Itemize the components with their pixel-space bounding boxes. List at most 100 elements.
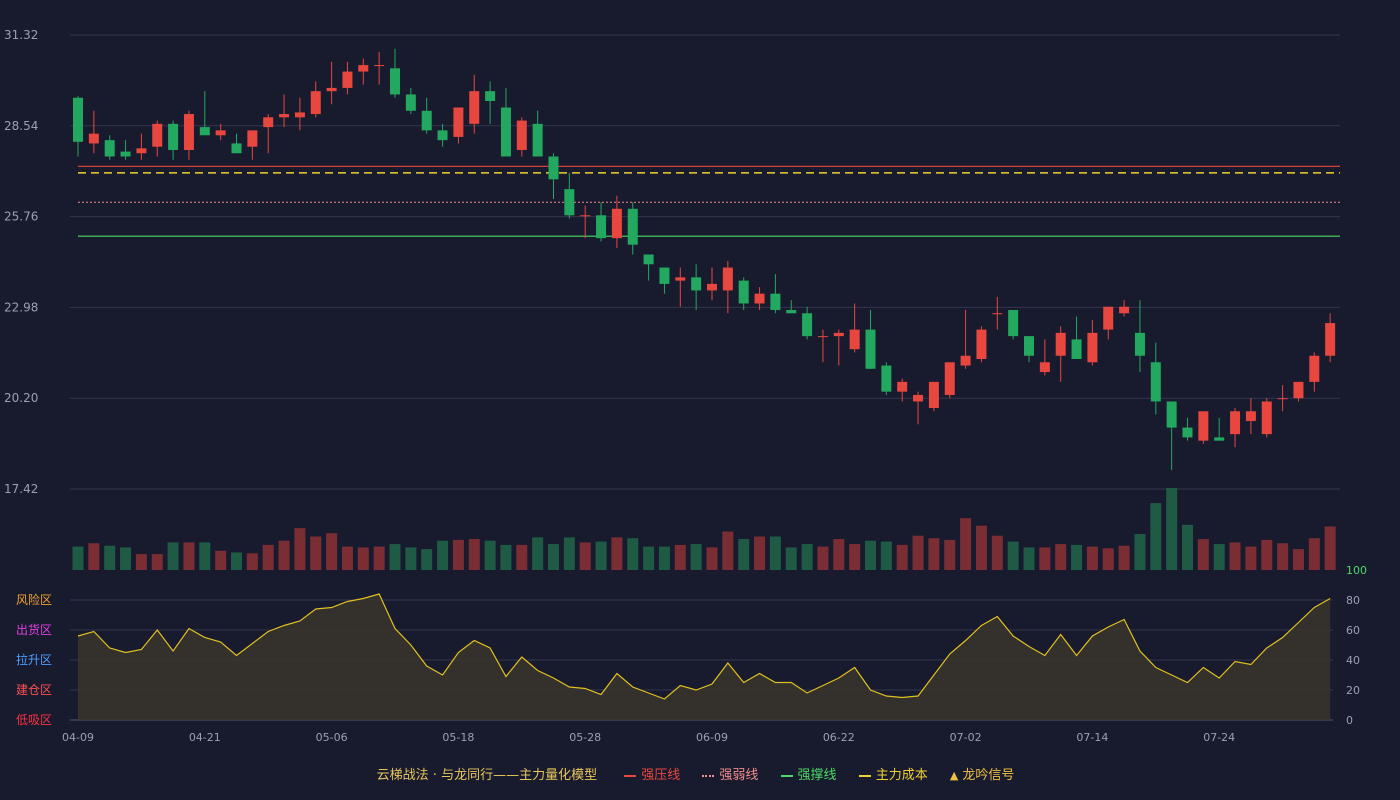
candle-body [675,277,686,281]
price-tick-label: 20.20 [4,391,38,405]
volume-bar [88,543,100,570]
candle-body [1277,398,1288,400]
x-tick-label: 07-24 [1203,731,1235,744]
volume-bar [912,535,924,570]
volume-bar [849,544,861,570]
candle-body [770,293,781,311]
candle-body [1087,332,1098,363]
volume-bar [1229,542,1241,570]
candle-body [738,280,749,304]
candle-body [1119,306,1130,314]
candle-body [294,112,305,118]
volume-bar [1308,538,1320,570]
volume-bar [658,546,670,570]
volume-bar [1277,543,1289,570]
candle-body [374,65,385,67]
candle-body [1039,362,1050,373]
legend-item-weak[interactable]: 强弱线 [702,764,758,783]
candle-body [247,130,258,147]
candle-body [532,123,543,157]
candle-body [485,91,496,101]
volume-bar [421,549,433,570]
candle-body [754,293,765,304]
zone-label: 风险区 [16,592,52,607]
volume-bar [1086,546,1098,570]
candle-body [817,336,828,338]
volume-bar [532,537,544,570]
volume-bar [1102,548,1114,570]
volume-bar [1261,539,1273,570]
candle-body [659,267,670,284]
candle-body [342,71,353,88]
candle-body [1134,332,1145,356]
candle-body [548,156,559,180]
candle-body [802,313,813,337]
legend-swatch-support [780,774,793,777]
legend-title: 云梯战法 · 与龙同行——主力量化模型 [376,768,598,783]
legend-label-signal: 龙吟信号 [962,768,1015,783]
candle-body [596,215,607,239]
candle-body [358,65,369,72]
candle-body [1293,381,1304,399]
legend-label-pressure: 强压线 [641,768,681,783]
legend-item-support[interactable]: 强撑线 [780,764,837,783]
legend-swatch-cost [858,774,871,777]
legend-item-signal[interactable]: ▲ 龙吟信号 [950,764,1014,783]
legend-item-cost[interactable]: 主力成本 [858,764,928,783]
volume-bar [167,542,179,570]
zone-label: 低吸区 [16,713,52,727]
volume-bar [627,538,639,570]
volume-bar [1166,488,1178,570]
volume-bar [738,539,750,570]
zone-label: 出货区 [16,622,52,637]
volume-bar [468,539,480,570]
candle-body [976,329,987,360]
candle-body [421,110,432,131]
volume-bar [294,528,306,570]
candle-body [643,254,654,265]
price-tick-label: 28.54 [4,119,38,133]
x-tick-label: 06-09 [696,731,728,744]
candle-body [1103,306,1114,330]
volume-bar [833,539,845,570]
x-tick-label: 05-28 [569,731,601,744]
volume-bar [690,544,702,570]
volume-bar [1292,549,1304,570]
candle-body [199,127,210,136]
candle-body [1309,355,1320,382]
volume-bar [880,541,892,570]
volume-bar [1007,541,1019,570]
volume-bar [960,518,972,570]
stock-chart: 31.32 28.54 25.76 22.98 20.20 17.42 100 80 60 40 2… [4,28,1367,744]
candle-body [564,189,575,216]
price-tick-label: 22.98 [4,300,38,314]
x-tick-label: 04-09 [62,731,94,744]
volume-bar [452,539,464,570]
candle-body [390,68,400,95]
volume-bar [817,546,829,570]
volume-bar [262,544,274,570]
candle-body [152,123,163,147]
candle-body [722,267,733,291]
volume-bar [72,546,84,570]
volume-bar [975,525,987,570]
volume-bar [865,540,876,570]
oscillator-tick-label: 100 [1346,564,1367,577]
x-tick-label: 05-18 [442,731,474,744]
candle-body [1071,339,1082,360]
volume-bar [199,542,211,570]
candle-body [104,140,115,157]
x-tick-label: 05-06 [316,731,348,744]
candle-body [786,310,797,314]
candle-body [1230,411,1241,435]
oscillator-tick-label: 80 [1346,594,1360,607]
volume-bar [326,533,338,570]
volume-bar [785,547,797,570]
legend-label-support: 强撑线 [797,768,837,783]
volume-bar [1245,546,1257,570]
candle-body [516,120,527,150]
candle-body [310,91,321,115]
volume-bar [151,554,163,570]
candle-body [88,133,99,144]
legend-item-pressure[interactable]: 强压线 [624,764,680,783]
